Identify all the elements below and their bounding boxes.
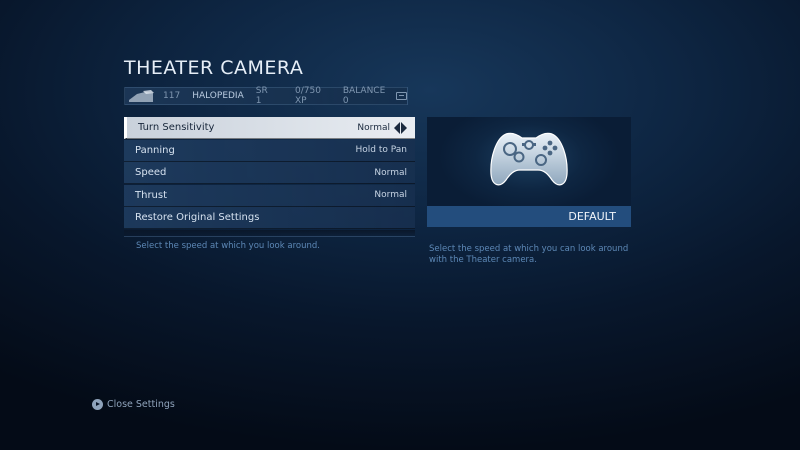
credit-icon xyxy=(395,92,408,100)
setting-description: Select the speed at which you can look a… xyxy=(429,244,629,265)
close-settings-button[interactable]: Close Settings xyxy=(92,399,175,410)
preview-panel xyxy=(427,117,631,206)
controller-icon xyxy=(490,132,568,186)
menu-item-value: Hold to Pan xyxy=(355,145,408,156)
divider xyxy=(124,236,415,237)
player-bar: 117 HALOPEDIA SR 1 0/750 XP BALANCE 0 xyxy=(124,86,408,106)
page-title: THEATER CAMERA xyxy=(124,57,304,79)
menu-item-turn-sensitivity[interactable]: Turn Sensitivity Normal xyxy=(124,117,415,139)
player-level: 117 xyxy=(163,91,181,101)
menu-item-value: Normal xyxy=(357,121,407,134)
emblem-icon xyxy=(127,88,161,104)
left-right-arrows-icon[interactable] xyxy=(394,121,407,134)
close-settings-label: Close Settings xyxy=(107,399,175,410)
menu-item-label: Restore Original Settings xyxy=(135,212,260,224)
player-rank: SR 1 xyxy=(255,86,268,106)
menu-item-value: Normal xyxy=(374,167,407,178)
menu-item-value: Normal xyxy=(374,190,407,201)
menu-item-panning[interactable]: Panning Hold to Pan xyxy=(124,139,415,162)
play-button-icon xyxy=(92,399,103,410)
menu-item-label: Panning xyxy=(135,144,175,156)
settings-menu: Turn Sensitivity Normal Panning Hold to … xyxy=(124,117,415,230)
menu-item-speed[interactable]: Speed Normal xyxy=(124,162,415,185)
menu-hint: Select the speed at which you look aroun… xyxy=(136,241,320,251)
menu-item-label: Thrust xyxy=(135,189,168,201)
menu-item-label: Speed xyxy=(135,167,167,179)
player-gamertag: HALOPEDIA xyxy=(192,91,244,101)
preset-label: DEFAULT xyxy=(427,206,631,227)
menu-item-thrust[interactable]: Thrust Normal xyxy=(124,184,415,207)
menu-item-label: Turn Sensitivity xyxy=(138,122,215,133)
player-xp: 0/750 XP xyxy=(295,86,321,106)
menu-item-restore-original-settings[interactable]: Restore Original Settings xyxy=(124,207,415,230)
player-balance: BALANCE 0 xyxy=(342,86,386,106)
